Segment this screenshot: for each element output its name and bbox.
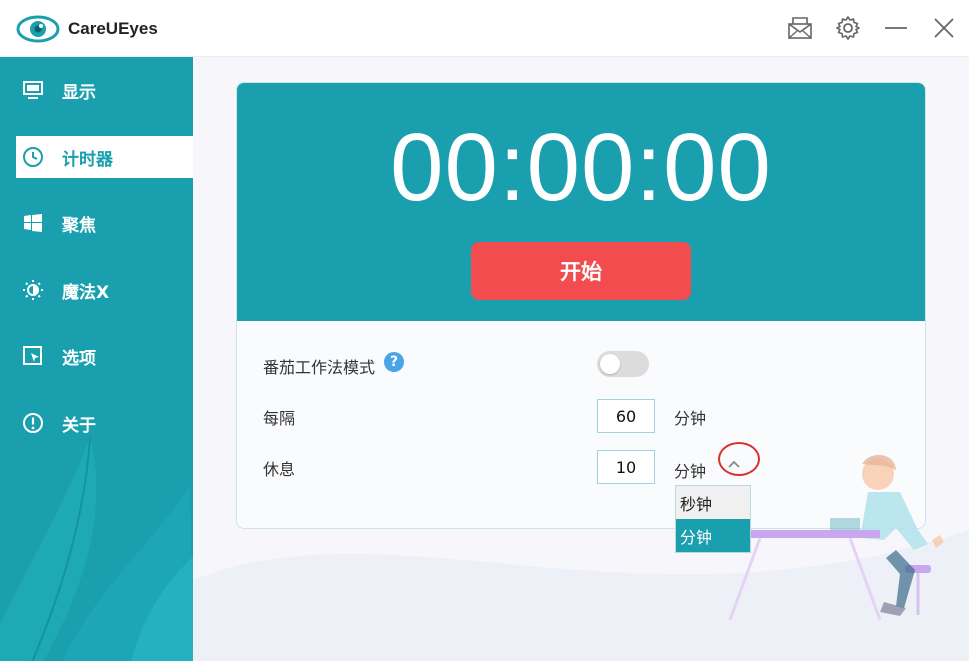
app-title: CareUEyes bbox=[68, 19, 158, 38]
start-button[interactable]: 开始 bbox=[471, 242, 691, 300]
careueyes-window: CareUEyes 显示 计时器 聚焦 魔法X 选项 关于 00:00:00 开… bbox=[0, 0, 969, 661]
title-bar: CareUEyes bbox=[0, 0, 969, 57]
mail-button[interactable] bbox=[786, 14, 814, 42]
interval-unit-label: 分钟 bbox=[674, 409, 707, 428]
timer-header: 00:00:00 开始 bbox=[237, 83, 925, 321]
sidebar: 显示 计时器 聚焦 魔法X 选项 关于 bbox=[0, 57, 193, 661]
help-icon[interactable]: ? bbox=[384, 352, 404, 372]
rest-input[interactable] bbox=[597, 450, 655, 484]
settings-button[interactable] bbox=[834, 14, 862, 42]
interval-input[interactable] bbox=[597, 399, 655, 433]
unit-dropdown-list: 秒钟 分钟 bbox=[675, 485, 751, 553]
sidebar-item-magic-x[interactable]: 魔法X bbox=[0, 269, 193, 311]
sidebar-item-label: 聚焦 bbox=[62, 215, 96, 236]
rest-label: 休息 bbox=[263, 460, 296, 479]
sidebar-item-options[interactable]: 选项 bbox=[0, 335, 193, 377]
sidebar-item-focus[interactable]: 聚焦 bbox=[0, 202, 193, 244]
dropdown-toggle-button[interactable] bbox=[725, 455, 743, 473]
dropdown-option-seconds[interactable]: 秒钟 bbox=[676, 486, 750, 519]
chevron-up-icon bbox=[728, 460, 740, 468]
timer-display: 00:00:00 bbox=[390, 114, 772, 221]
close-icon bbox=[934, 18, 954, 38]
sidebar-item-label: 关于 bbox=[62, 415, 96, 436]
cursor-box-icon bbox=[22, 345, 44, 367]
pomodoro-mode-label: 番茄工作法模式 bbox=[263, 358, 376, 377]
eye-logo-icon bbox=[16, 15, 60, 43]
sidebar-item-label: 选项 bbox=[62, 348, 96, 369]
sidebar-item-label: 显示 bbox=[62, 82, 96, 103]
sidebar-item-label: 计时器 bbox=[62, 149, 113, 170]
clock-icon bbox=[22, 146, 44, 168]
toggle-knob bbox=[600, 354, 620, 374]
gear-icon bbox=[836, 16, 860, 40]
pomodoro-toggle[interactable] bbox=[597, 351, 649, 377]
sidebar-item-timer[interactable]: 计时器 bbox=[16, 136, 193, 178]
close-button[interactable] bbox=[930, 14, 958, 42]
windows-icon bbox=[22, 212, 44, 234]
monitor-icon bbox=[22, 79, 44, 101]
sun-icon bbox=[22, 279, 44, 301]
dropdown-option-minutes[interactable]: 分钟 bbox=[676, 519, 750, 552]
sidebar-item-label: 魔法X bbox=[62, 282, 110, 303]
interval-label: 每隔 bbox=[263, 409, 296, 428]
mail-icon bbox=[788, 17, 812, 39]
sidebar-item-about[interactable]: 关于 bbox=[0, 402, 193, 444]
info-icon bbox=[22, 412, 44, 434]
minimize-icon bbox=[885, 27, 907, 29]
sidebar-item-display[interactable]: 显示 bbox=[0, 69, 193, 111]
minimize-button[interactable] bbox=[882, 14, 910, 42]
